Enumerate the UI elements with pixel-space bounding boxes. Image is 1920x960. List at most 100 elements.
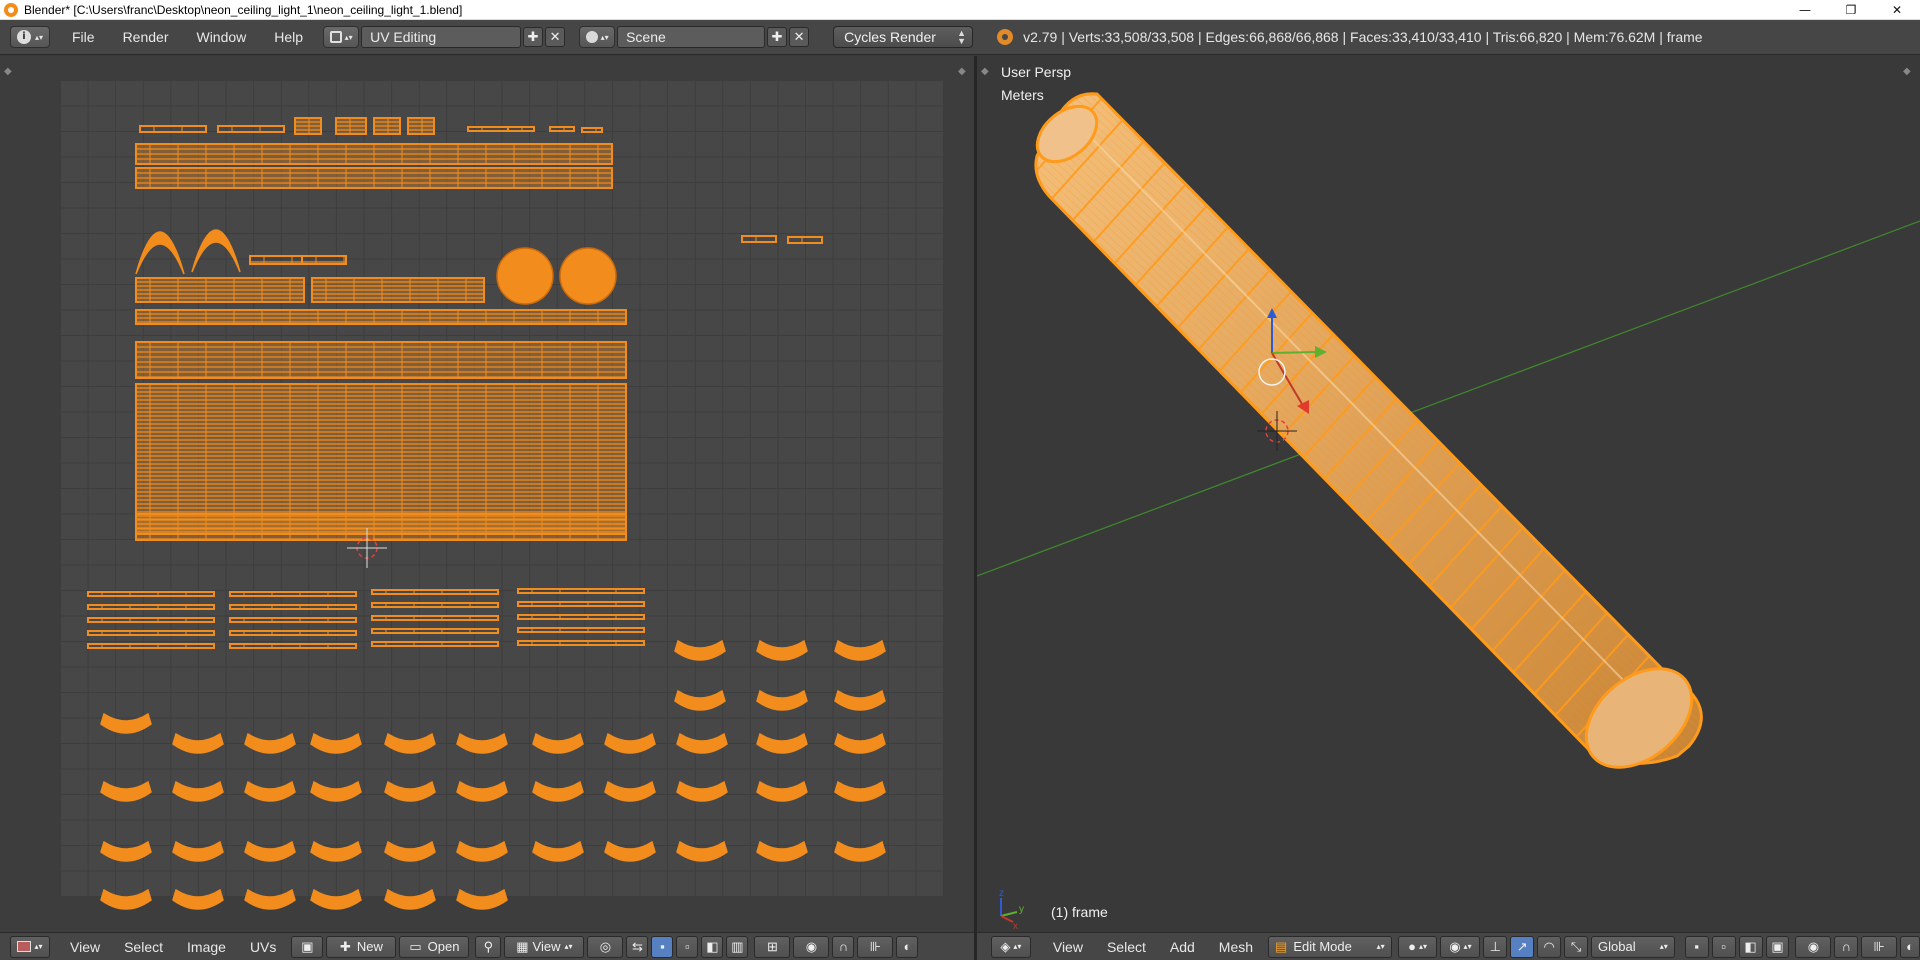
editor-type-info-button[interactable]: i ▴▾ [10,26,50,48]
uv-island-strip[interactable] [549,126,575,132]
uv-island-strip[interactable] [517,588,645,594]
uv-island-rib[interactable] [244,888,296,910]
add-screen-button[interactable]: ✚ [523,27,544,47]
uv-island-rib[interactable] [244,840,296,862]
add-scene-button[interactable]: ✚ [767,27,788,47]
uv-island-rib[interactable] [100,780,152,802]
menu-add[interactable]: Add [1158,939,1207,955]
uv-island-rib[interactable] [756,780,808,802]
delete-scene-button[interactable]: ✕ [789,27,810,47]
vertex-select-button[interactable]: ▪ [1684,935,1709,958]
scale-manipulator-button[interactable]: ⤡ [1564,935,1589,958]
uv-island-body[interactable] [135,383,627,535]
face-select-button[interactable]: ◧ [1738,935,1763,958]
uv-island-rib[interactable] [532,840,584,862]
island-select-button[interactable]: ▥ [726,935,749,958]
uv-island-long-strip[interactable] [135,341,627,379]
pin-button[interactable]: ⚲ [475,935,502,958]
uv-island-strip[interactable] [517,627,645,633]
menu-mesh[interactable]: Mesh [1207,939,1265,955]
uv-island-rib[interactable] [310,888,362,910]
uv-island-rib[interactable] [532,780,584,802]
delete-screen-button[interactable]: ✕ [545,27,566,47]
uv-island-rib[interactable] [834,689,886,711]
uv-island-rib[interactable] [384,732,436,754]
uv-island-strip[interactable] [87,630,215,636]
editor-type-button[interactable]: ▴▾ [10,935,50,958]
uv-island-cap[interactable] [373,117,401,135]
render-preview-button[interactable]: ◐ [1900,935,1920,958]
uv-island-strip[interactable] [507,126,535,132]
scene-field[interactable]: Scene [617,26,766,48]
rotate-manipulator-button[interactable]: ◠ [1537,935,1562,958]
uv-island-rib[interactable] [310,732,362,754]
orientation-dropdown[interactable]: Global ▴▾ [1591,935,1675,958]
uv-island-strip[interactable] [517,601,645,607]
uv-island-strip[interactable] [87,643,215,649]
proportional-edit-button[interactable]: ◉ [1795,935,1832,958]
menu-help[interactable]: Help [260,29,317,45]
new-image-button[interactable]: ✚ New [326,935,397,958]
snap-target-button[interactable]: ⊪ [1861,935,1898,958]
uv-island-strip[interactable] [301,255,347,265]
3d-viewport[interactable]: ◆ ◆ User Persp Meters z y x (1) frame [977,56,1920,932]
uv-island-rib[interactable] [834,732,886,754]
uv-island-rib[interactable] [244,780,296,802]
uv-island-rib[interactable] [172,780,224,802]
uv-island-rib[interactable] [172,888,224,910]
uv-island-strip[interactable] [87,591,215,597]
uv-island-strip[interactable] [371,602,499,608]
uv-island-rib[interactable] [532,732,584,754]
minimize-button[interactable]: — [1782,0,1828,20]
uv-island-rib[interactable] [456,888,508,910]
menu-select[interactable]: Select [1095,939,1158,955]
uv-island-strip[interactable] [229,630,357,636]
uv-island-strip[interactable] [517,640,645,646]
menu-image[interactable]: Image [175,939,238,955]
translate-manipulator-button[interactable]: ↗ [1510,935,1535,958]
uv-island-strip[interactable] [229,604,357,610]
uv-island-strip[interactable] [467,126,509,132]
uv-island-strip[interactable] [741,235,777,243]
uv-island-rib[interactable] [244,732,296,754]
uv-island-strip[interactable] [371,589,499,595]
pivot-button[interactable]: ◎ [587,935,624,958]
screen-layout-field[interactable]: UV Editing [361,26,522,48]
uv-island-rib[interactable] [604,840,656,862]
uv-island-strip[interactable] [87,617,215,623]
uv-island-strip[interactable] [87,604,215,610]
uv-island-long-strip[interactable] [135,167,613,189]
uv-island-rib[interactable] [384,840,436,862]
uv-island-strip[interactable] [139,125,207,133]
uv-island-strip[interactable] [371,628,499,634]
uv-island-rib[interactable] [100,712,152,734]
uv-island-rib[interactable] [384,888,436,910]
render-engine-dropdown[interactable]: Cycles Render ▲ ▼ [833,26,974,48]
image-browse-button[interactable]: ▣ [291,935,324,958]
vertex-select-button[interactable]: ▪ [651,935,674,958]
uv-island-strip[interactable] [371,615,499,621]
uv-island-disc[interactable] [559,247,617,305]
pivot-dropdown[interactable]: ◉ ▴▾ [1440,935,1481,958]
uv-island-rib[interactable] [674,639,726,661]
snap-button[interactable]: ∩ [1834,935,1859,958]
open-image-button[interactable]: ▭ Open [399,935,470,958]
uv-island-rib[interactable] [100,840,152,862]
uv-island-rib[interactable] [676,732,728,754]
uv-island-long-strip[interactable] [135,277,305,303]
uv-island-rib[interactable] [834,840,886,862]
uv-island-rib[interactable] [756,639,808,661]
uv-island-rib[interactable] [310,840,362,862]
uv-island-rib[interactable] [456,732,508,754]
uv-island-rib[interactable] [172,840,224,862]
uv-island-long-strip[interactable] [311,277,485,303]
uv-island-cap[interactable] [335,117,367,135]
mode-dropdown[interactable]: ▤ Edit Mode ▴▾ [1268,935,1392,958]
menu-view[interactable]: View [1041,939,1095,955]
uv-island-long-strip[interactable] [135,143,613,165]
uv-island-strip[interactable] [371,641,499,647]
uv-island-cap[interactable] [407,117,435,135]
face-select-button[interactable]: ◧ [701,935,724,958]
uv-island-rib[interactable] [456,840,508,862]
uv-island-rib[interactable] [756,689,808,711]
